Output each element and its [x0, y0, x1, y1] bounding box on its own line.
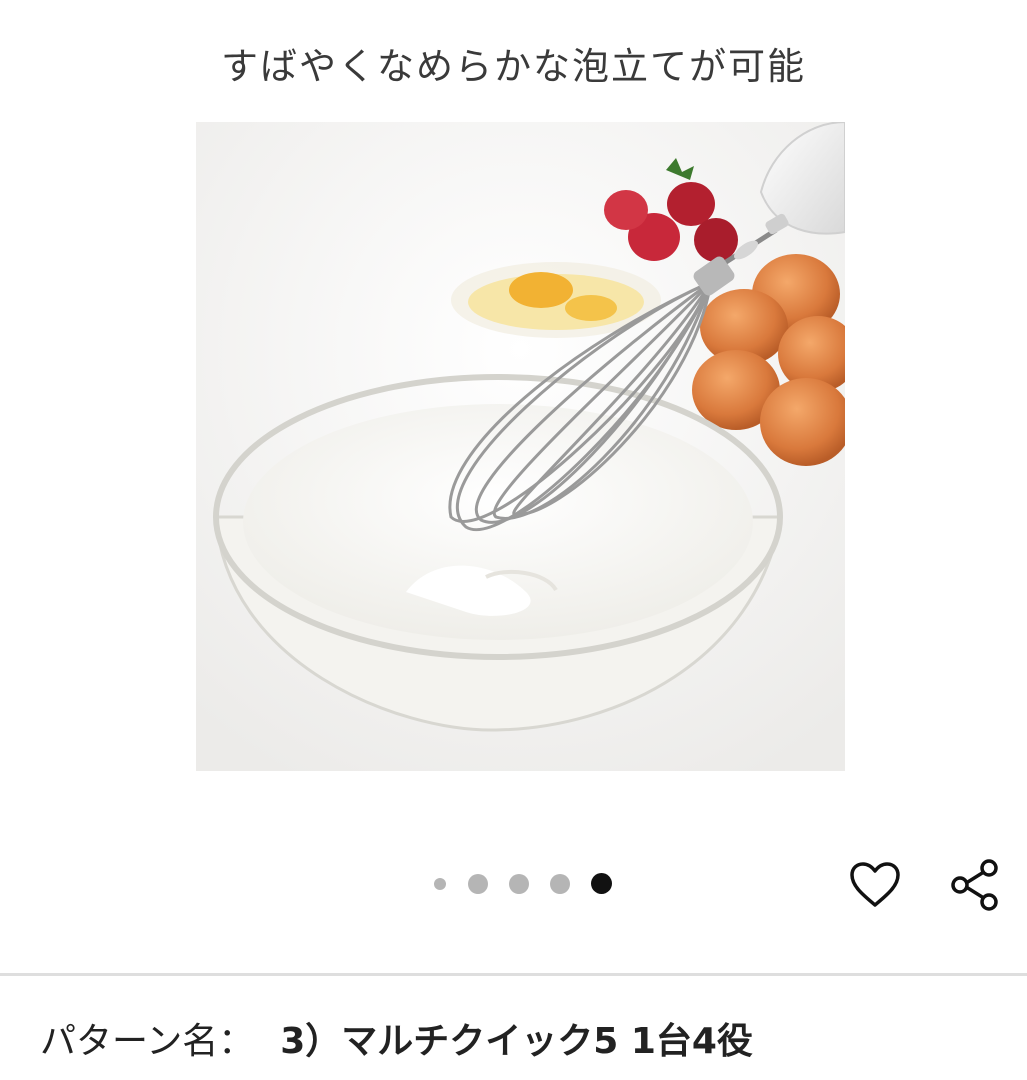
heart-outline-icon [850, 862, 900, 907]
carousel-pagination [434, 873, 612, 894]
share-icon [951, 859, 998, 911]
carousel-dot[interactable] [434, 877, 446, 890]
like-button[interactable] [845, 855, 905, 915]
share-button[interactable] [945, 855, 1005, 915]
product-photo[interactable] [196, 122, 845, 771]
pattern-info: パターン名： 3）マルチクイック5 1台4役 [40, 1012, 753, 1064]
pattern-label: パターン名： [40, 1021, 255, 1062]
carousel-dot[interactable] [550, 873, 570, 894]
carousel-dot[interactable] [468, 873, 488, 894]
section-divider [0, 973, 1027, 976]
carousel-dot-active[interactable] [591, 873, 612, 894]
pattern-value: 3）マルチクイック5 1台4役 [280, 1021, 753, 1062]
image-caption: すばやくなめらかな泡立てが可能 [221, 45, 806, 88]
carousel-dot[interactable] [509, 873, 529, 894]
